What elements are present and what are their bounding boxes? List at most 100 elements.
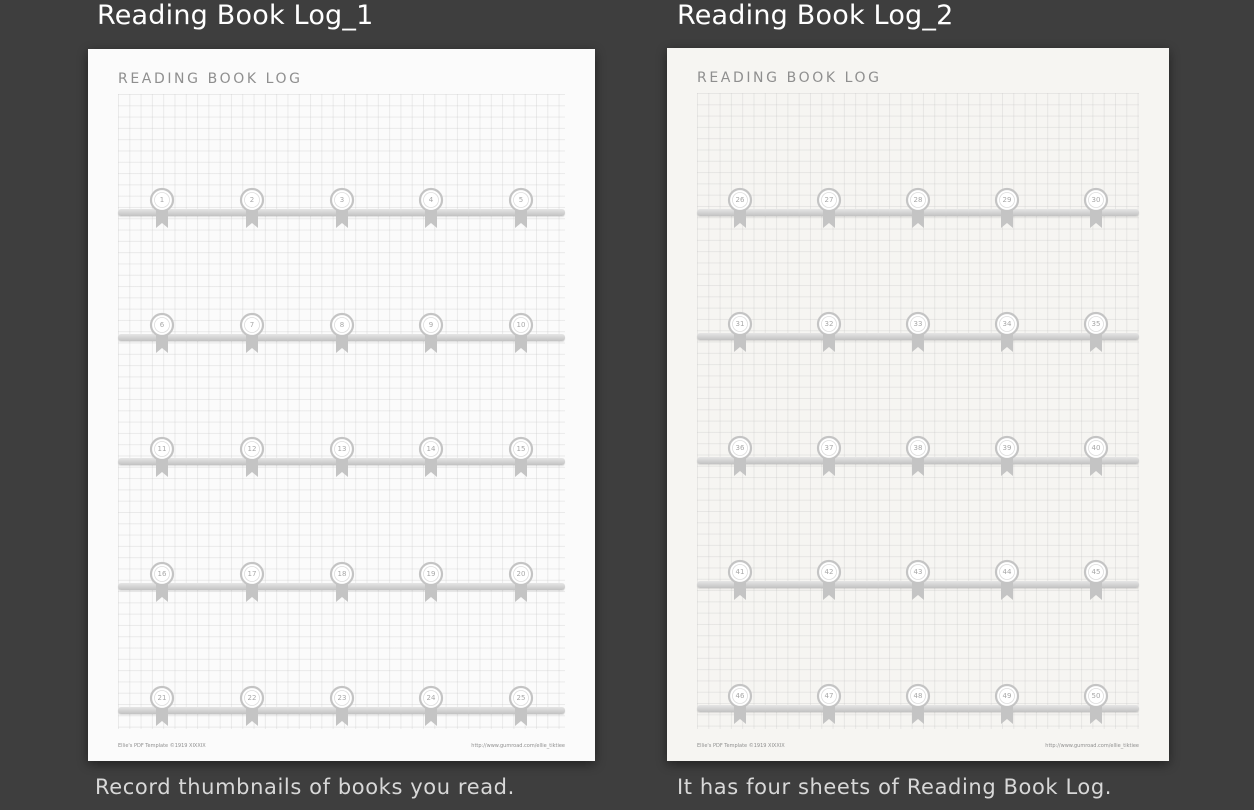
- ribbon-badge-icon: 22: [239, 685, 265, 729]
- ribbon-badge-icon: 9: [418, 312, 444, 356]
- ribbon-badge-icon: 1: [149, 187, 175, 231]
- ribbon-badge-icon: 15: [508, 436, 534, 480]
- badge-number: 41: [735, 568, 745, 576]
- badge-number: 42: [824, 568, 834, 576]
- badge-number: 28: [913, 196, 923, 204]
- ribbon-badge-icon: 14: [418, 436, 444, 480]
- ribbon-badge-icon: 49: [994, 683, 1020, 727]
- badge-number: 6: [159, 320, 165, 329]
- sheet-footer-left: Ellie's PDF Template ©1919 XIXXIX: [697, 743, 785, 749]
- ribbon-badge-icon: 30: [1083, 187, 1109, 231]
- ribbon-badge-icon: 11: [149, 436, 175, 480]
- badge-number: 9: [428, 320, 434, 329]
- ribbon-badge-icon: 44: [994, 559, 1020, 603]
- ribbon-badge-icon: 37: [816, 435, 842, 479]
- badge-number: 14: [426, 445, 436, 453]
- panel-2-caption: It has four sheets of Reading Book Log.: [677, 775, 1113, 799]
- badge-number: 23: [337, 694, 347, 702]
- ribbon-badge-icon: 17: [239, 561, 265, 605]
- ribbon-badge-icon: 43: [905, 559, 931, 603]
- badge-number: 25: [516, 694, 526, 702]
- ribbon-badge-icon: 47: [816, 683, 842, 727]
- reading-log-sheet-2: READING BOOK LOG 26 27 28 29 30 31 32 33 34 35 36 3…: [667, 48, 1169, 761]
- badge-number: 45: [1091, 568, 1101, 576]
- badge-number: 21: [157, 694, 167, 702]
- ribbon-badge-icon: 21: [149, 685, 175, 729]
- badge-number: 31: [735, 320, 745, 328]
- badge-number: 17: [247, 569, 257, 578]
- badge-number: 19: [426, 569, 436, 578]
- badge-number: 39: [1002, 444, 1012, 452]
- ribbon-badge-icon: 24: [418, 685, 444, 729]
- ribbon-badge-icon: 40: [1083, 435, 1109, 479]
- panel-2-title: Reading Book Log_2: [677, 0, 954, 31]
- ribbon-badge-icon: 6: [149, 312, 175, 356]
- badge-number: 8: [339, 320, 345, 329]
- badge-number: 33: [913, 320, 923, 328]
- badge-number: 18: [337, 569, 347, 578]
- sheet-footer-right: http://www.gumroad.com/ellie_tiktiee: [1045, 743, 1139, 749]
- ribbon-badge-icon: 36: [727, 435, 753, 479]
- ribbon-badge-icon: 41: [727, 559, 753, 603]
- ribbon-badge-icon: 29: [994, 187, 1020, 231]
- badge-number: 24: [426, 694, 436, 702]
- badge-number: 49: [1002, 692, 1012, 700]
- badge-number: 34: [1002, 320, 1012, 328]
- ribbon-badge-icon: 23: [329, 685, 355, 729]
- badge-number: 16: [157, 569, 167, 578]
- badge-number: 7: [249, 320, 255, 329]
- ribbon-badge-icon: 48: [905, 683, 931, 727]
- badge-number: 50: [1091, 692, 1101, 700]
- sheet-footer-right: http://www.gumroad.com/ellie_tiktiee: [471, 743, 565, 749]
- ribbon-badge-icon: 28: [905, 187, 931, 231]
- ribbon-badge-icon: 50: [1083, 683, 1109, 727]
- badge-number: 32: [824, 320, 834, 328]
- ribbon-badge-icon: 16: [149, 561, 175, 605]
- ribbon-badge-icon: 7: [239, 312, 265, 356]
- ribbon-badge-icon: 33: [905, 311, 931, 355]
- ribbon-badge-icon: 27: [816, 187, 842, 231]
- sheet-heading: READING BOOK LOG: [118, 71, 303, 87]
- ribbon-badge-icon: 42: [816, 559, 842, 603]
- ribbon-badge-icon: 39: [994, 435, 1020, 479]
- badge-number: 37: [824, 444, 834, 452]
- badge-number: 35: [1091, 320, 1101, 328]
- ribbon-badge-icon: 4: [418, 187, 444, 231]
- badge-number: 15: [516, 445, 526, 453]
- ribbon-badge-icon: 25: [508, 685, 534, 729]
- badge-number: 48: [913, 692, 923, 700]
- badge-number: 26: [735, 196, 745, 204]
- badge-number: 30: [1091, 196, 1101, 204]
- badge-number: 22: [247, 694, 257, 702]
- ribbon-badge-icon: 35: [1083, 311, 1109, 355]
- ribbon-badge-icon: 12: [239, 436, 265, 480]
- badge-number: 27: [824, 196, 834, 204]
- sheet-footer-left: Ellie's PDF Template ©1919 XIXXIX: [118, 743, 206, 749]
- ribbon-badge-icon: 10: [508, 312, 534, 356]
- ribbon-badge-icon: 18: [329, 561, 355, 605]
- ribbon-badge-icon: 8: [329, 312, 355, 356]
- badge-number: 13: [337, 445, 347, 453]
- badge-number: 12: [247, 445, 257, 453]
- reading-log-sheet-1: READING BOOK LOG 1 2 3 4 5 6 7 8 9 10 11 12 13 14 15 16…: [88, 49, 595, 761]
- badge-number: 1: [159, 196, 165, 204]
- badge-number: 44: [1002, 568, 1012, 576]
- ribbon-badge-icon: 31: [727, 311, 753, 355]
- panel-1-caption: Record thumbnails of books you read.: [95, 775, 515, 799]
- badge-number: 3: [339, 196, 345, 204]
- badge-number: 10: [516, 320, 526, 329]
- badge-number: 47: [824, 692, 834, 700]
- ribbon-badge-icon: 5: [508, 187, 534, 231]
- badge-number: 4: [428, 196, 434, 204]
- badge-number: 40: [1091, 444, 1101, 452]
- ribbon-badge-icon: 3: [329, 187, 355, 231]
- badge-number: 5: [518, 196, 524, 204]
- ribbon-badge-icon: 34: [994, 311, 1020, 355]
- badge-number: 36: [735, 444, 745, 452]
- ribbon-badge-icon: 13: [329, 436, 355, 480]
- ribbon-badge-icon: 2: [239, 187, 265, 231]
- ribbon-badge-icon: 38: [905, 435, 931, 479]
- badge-number: 20: [516, 569, 526, 578]
- badge-number: 11: [157, 445, 167, 453]
- badge-number: 29: [1002, 196, 1012, 204]
